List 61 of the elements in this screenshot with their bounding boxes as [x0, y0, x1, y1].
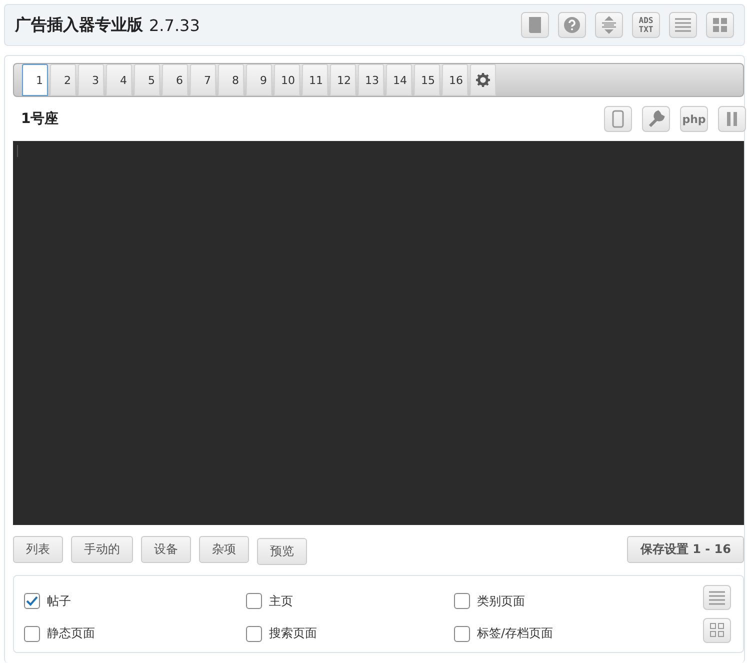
block-tab[interactable]: 11 — [302, 64, 328, 96]
block-tab[interactable]: 12 — [330, 64, 356, 96]
checkbox-label: 静态页面 — [47, 625, 95, 642]
block-tab[interactable]: 2 — [50, 64, 76, 96]
ads-txt-button[interactable]: ADS TXT — [632, 12, 660, 38]
block-tab[interactable]: 1 — [22, 64, 48, 96]
settings-tab[interactable] — [470, 64, 496, 96]
pause-button[interactable] — [718, 106, 746, 132]
checkbox[interactable] — [246, 626, 262, 642]
grid-icon — [709, 622, 725, 638]
checkbox-label: 类别页面 — [477, 592, 525, 610]
version-text: 2.7.33 — [149, 16, 200, 34]
block-tab[interactable]: 15 — [414, 64, 440, 96]
checkbox[interactable] — [454, 626, 470, 642]
list-button[interactable] — [669, 12, 697, 38]
grid-button[interactable] — [706, 12, 734, 38]
checkbox-label: 搜索页面 — [269, 625, 317, 642]
pause-icon — [727, 112, 737, 126]
phone-icon — [612, 110, 624, 128]
block-name: 1号座 — [21, 110, 59, 128]
block-tab[interactable]: 5 — [134, 64, 160, 96]
list-icon — [708, 590, 726, 604]
block-tab[interactable]: 8 — [218, 64, 244, 96]
help-icon — [563, 16, 581, 34]
block-tab[interactable]: 13 — [358, 64, 384, 96]
option-button[interactable]: 设备 — [141, 536, 191, 563]
wrench-icon — [647, 110, 665, 128]
save-button[interactable]: 保存设置 1 - 16 — [627, 536, 744, 563]
block-tab[interactable]: 10 — [274, 64, 300, 96]
checkbox[interactable] — [24, 626, 40, 642]
align-center-icon — [601, 16, 617, 34]
block-tab[interactable]: 6 — [162, 64, 188, 96]
checkbox-label: 主页 — [269, 592, 293, 610]
block-tab[interactable]: 14 — [386, 64, 412, 96]
grid-icon — [712, 17, 728, 33]
grid-view-button[interactable] — [703, 618, 731, 642]
wrench-button[interactable] — [642, 106, 670, 132]
checkbox-label: 帖子 — [47, 592, 71, 610]
app-title: 广告插入器专业版 — [15, 14, 143, 36]
block-tab[interactable]: 4 — [106, 64, 132, 96]
checkbox[interactable] — [246, 593, 262, 609]
option-button[interactable]: 列表 — [13, 536, 63, 563]
option-button[interactable]: 杂项 — [199, 536, 249, 563]
option-button[interactable]: 手动的 — [71, 536, 133, 563]
block-tab[interactable]: 3 — [78, 64, 104, 96]
list-icon — [674, 18, 692, 32]
option-button[interactable]: 预览 — [257, 538, 307, 565]
block-tab[interactable]: 9 — [246, 64, 272, 96]
book-button[interactable] — [521, 12, 549, 38]
center-button[interactable] — [595, 12, 623, 38]
checkbox[interactable] — [24, 593, 40, 609]
book-icon — [527, 16, 543, 34]
php-button[interactable]: php — [680, 106, 708, 132]
checkbox[interactable] — [454, 593, 470, 609]
device-button[interactable] — [604, 106, 632, 132]
checkbox-label: 标签/存档页面 — [477, 625, 554, 642]
block-tab[interactable]: 16 — [442, 64, 468, 96]
help-button[interactable] — [558, 12, 586, 38]
list-view-button[interactable] — [703, 585, 731, 610]
settings-icon — [476, 73, 490, 87]
block-tab[interactable]: 7 — [190, 64, 216, 96]
